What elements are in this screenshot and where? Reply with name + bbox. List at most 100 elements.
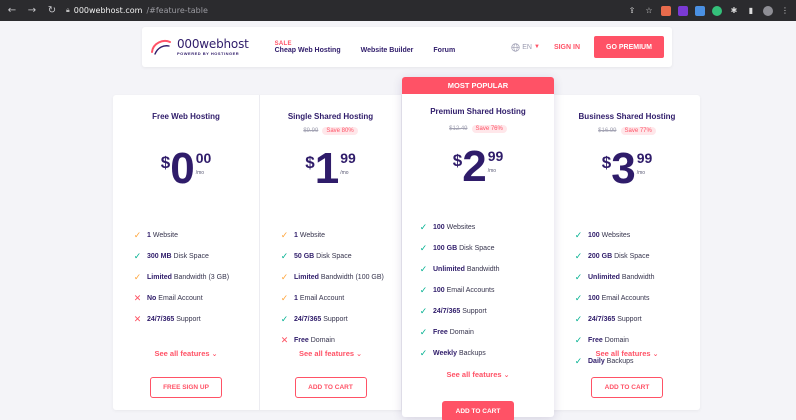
feature-text: Website [150,232,179,239]
puzzle-icon[interactable]: ✱ [729,6,739,16]
avatar[interactable] [763,5,773,16]
feature-item: ✓ 200 GB Disk Space [574,246,655,267]
see-all-features-link[interactable]: See all features ⌄ [554,349,700,358]
extension-icon[interactable] [661,5,671,16]
feature-highlight: Free [294,337,309,344]
add-to-cart-button[interactable]: ADD TO CART [442,401,514,420]
feature-text: Support [615,316,642,323]
feature-highlight: Daily [588,358,605,365]
url-path: /#feature-table [146,6,208,15]
feature-item: ✕ Free Domain [280,330,384,351]
feature-text: Backups [604,358,634,365]
menu-icon[interactable]: ⋮ [780,6,790,16]
check-icon: ✓ [419,348,428,359]
sign-in-link[interactable]: SIGN IN [554,44,580,51]
cross-icon: ✕ [133,293,142,304]
feature-item: ✕ 24/7/365 Support [133,309,229,330]
feature-text: Bandwidth [619,274,655,281]
feature-highlight: Unlimited [588,274,620,281]
check-icon: ✓ [419,327,428,338]
feature-text: Bandwidth [464,266,500,273]
feature-highlight: 50 GB [294,253,315,260]
plan-price: $ 3 99/mo [601,144,653,193]
feature-item: ✓ 24/7/365 Support [574,309,655,330]
see-all-features-link[interactable]: See all features ⌄ [260,349,401,358]
feature-text: Domain [447,329,474,336]
go-premium-button[interactable]: GO PREMIUM [594,36,664,58]
back-icon[interactable]: ← [6,5,18,16]
extension-icon[interactable] [695,5,705,16]
plan-title: Single Shared Hosting [287,112,374,121]
check-icon: ✓ [133,251,142,262]
add-to-cart-button[interactable]: ADD TO CART [591,377,663,398]
feature-highlight: Limited [147,274,172,281]
cross-icon: ✕ [280,335,289,346]
extension-icon[interactable] [712,5,722,16]
nav-website-builder[interactable]: Website Builder [361,47,414,54]
page-content: 000webhost POWERED BY HOSTINGER SALE Che… [0,21,796,420]
see-all-features-link[interactable]: See all features ⌄ [402,370,554,379]
most-popular-banner: MOST POPULAR [402,77,554,94]
save-badge: Save 80% [322,127,358,135]
share-icon[interactable]: ⇪ [627,6,637,16]
feature-highlight: 100 GB [433,245,458,252]
feature-highlight: Limited [294,274,319,281]
cross-icon: ✕ [133,314,142,325]
sidepanel-icon[interactable]: ▮ [746,6,756,16]
feature-item: ✓ 1 Email Account [280,288,384,309]
check-icon: ✓ [574,251,583,262]
address-bar[interactable]: 🔒︎ 000webhost.com/#feature-table [66,3,208,18]
forward-icon[interactable]: → [26,5,38,16]
extension-icon[interactable] [678,5,688,16]
feature-highlight: Unlimited [433,266,465,273]
bookmark-star-icon[interactable]: ☆ [644,6,654,16]
feature-item: ✓ Limited Bandwidth (100 GB) [280,267,384,288]
check-icon: ✓ [419,306,428,317]
feature-text: Domain [602,337,629,344]
feature-item: ✓ Weekly Backups [419,343,500,364]
feature-highlight: No [147,295,157,302]
logo-swoosh-icon [151,40,171,55]
feature-text: Backups [457,350,486,357]
old-price: $16.99 [598,128,617,134]
nav-cheap-web-hosting[interactable]: Cheap Web Hosting [275,47,341,54]
feature-text: Disk Space [612,253,650,260]
discount-row: $9.99 Save 80% [260,127,401,135]
chevron-down-icon: ⌄ [652,350,659,358]
save-badge: Save 76% [471,125,507,133]
feature-text: Support [460,308,487,315]
feature-highlight: Free [433,329,448,336]
reload-icon[interactable]: ↻ [46,5,58,16]
save-badge: Save 77% [620,127,656,135]
language-code: EN [522,43,532,51]
feature-list: ✓ 1 Website ✓ 300 MB Disk Space ✓ Limited Ban… [133,225,229,330]
plan-card-premium: MOST POPULAR Premium Shared Hosting $12.… [402,77,554,420]
feature-text: Website [297,232,326,239]
language-selector[interactable]: EN ▼ [511,42,540,52]
plan-title: Business Shared Hosting [578,112,676,121]
feature-text: Email Accounts [444,287,495,294]
check-icon: ✓ [574,356,583,367]
browser-toolbar: ← → ↻ 🔒︎ 000webhost.com/#feature-table ⇪… [0,0,796,21]
plan-card-business: Business Shared Hosting $16.99 Save 77% … [554,95,700,410]
feature-text: Disk Space [171,253,209,260]
free-sign-up-button[interactable]: FREE SIGN UP [150,377,222,398]
feature-highlight: 24/7/365 [433,308,461,315]
feature-item: ✓ Unlimited Bandwidth [574,267,655,288]
nav-forum[interactable]: Forum [433,47,455,54]
feature-highlight: 100 [433,224,445,231]
feature-highlight: 200 GB [588,253,613,260]
check-icon: ✓ [419,243,428,254]
discount-row: $12.49 Save 76% [402,125,554,133]
feature-item: ✓ Limited Bandwidth (3 GB) [133,267,229,288]
feature-highlight: 100 [588,232,600,239]
feature-item: ✕ No Email Account [133,288,229,309]
logo[interactable]: 000webhost POWERED BY HOSTINGER [149,37,249,57]
check-icon: ✓ [574,335,583,346]
feature-highlight: Weekly [433,350,457,357]
check-icon: ✓ [574,293,583,304]
add-to-cart-button[interactable]: ADD TO CART [294,377,367,398]
feature-highlight: Free [588,337,603,344]
see-all-features-link[interactable]: See all features ⌄ [113,349,259,358]
chevron-down-icon: ▼ [533,44,540,50]
